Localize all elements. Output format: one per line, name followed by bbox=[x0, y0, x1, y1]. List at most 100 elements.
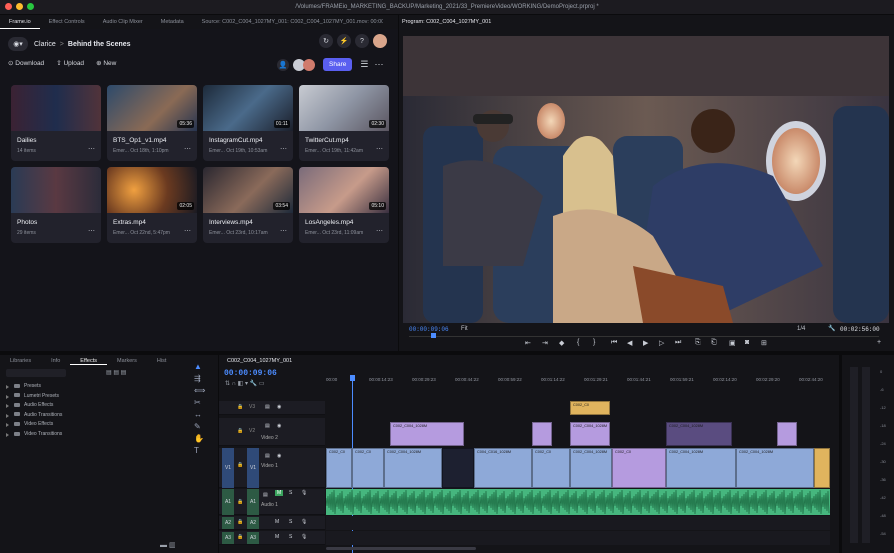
tab-libraries[interactable]: Libraries bbox=[0, 358, 41, 364]
clip-v1[interactable] bbox=[814, 448, 830, 488]
breadcrumb-root[interactable]: Clarice bbox=[34, 41, 56, 48]
solo-button[interactable]: S bbox=[289, 490, 292, 496]
play-icon[interactable]: ▶ bbox=[643, 339, 648, 347]
eye-icon[interactable]: ◉ bbox=[277, 423, 281, 429]
playhead-track[interactable] bbox=[409, 336, 879, 337]
source-patch-a2[interactable]: A2 bbox=[222, 517, 234, 529]
clip-v2[interactable]: C002_C004_1028M bbox=[666, 422, 732, 446]
add-button-icon[interactable]: + bbox=[877, 339, 881, 346]
mic-icon[interactable]: 🎙 bbox=[301, 519, 307, 525]
source-patch-v1[interactable]: V1 bbox=[222, 448, 234, 488]
more-icon[interactable]: ⋯ bbox=[88, 145, 95, 153]
collaborator-avatar[interactable] bbox=[303, 58, 315, 71]
insert-icon[interactable]: ⎘ bbox=[695, 339, 701, 347]
sync-icon[interactable]: ▤ bbox=[265, 453, 270, 459]
more-icon[interactable]: ⋯ bbox=[184, 227, 191, 235]
more-icon[interactable]: ⋯ bbox=[280, 227, 287, 235]
sequence-tab[interactable]: C002_C004_1027MY_001 bbox=[227, 358, 292, 364]
time-ruler[interactable]: 00:00 00:00:14:23 00:00:29:23 00:00:44:22 00… bbox=[326, 375, 830, 385]
folder-video-effects[interactable]: Video Effects bbox=[4, 420, 184, 430]
track-target-a3[interactable]: A3 bbox=[247, 532, 259, 544]
add-user-icon[interactable]: 👤 bbox=[277, 58, 289, 71]
tab-markers[interactable]: Markers bbox=[107, 358, 147, 364]
ripple-edit-icon[interactable]: ⟺ bbox=[194, 386, 214, 398]
tab-metadata[interactable]: Metadata bbox=[152, 15, 193, 29]
track-target-v1[interactable]: V1 bbox=[247, 448, 259, 488]
source-patch-a1[interactable]: A1 bbox=[222, 489, 234, 515]
window-controls[interactable] bbox=[5, 0, 38, 14]
more-icon[interactable]: ⋯ bbox=[88, 227, 95, 235]
track-select-icon[interactable]: ⇶ bbox=[194, 374, 214, 386]
more-icon[interactable]: ⋯ bbox=[374, 59, 383, 70]
bolt-icon[interactable]: ⚡ bbox=[337, 34, 351, 48]
tab-effects[interactable]: Effects bbox=[70, 358, 107, 365]
share-button[interactable]: Share bbox=[323, 58, 353, 71]
track-target-a2[interactable]: A2 bbox=[247, 517, 259, 529]
asset-card[interactable]: 05:10 LosAngeles.mp4 Emer... Oct 23rd, 1… bbox=[299, 167, 389, 243]
effects-filter-icons[interactable]: ▤ ▤ ▤ bbox=[106, 369, 126, 376]
program-tab[interactable]: Program: C002_C004_1027MY_001 bbox=[399, 15, 491, 29]
mark-out-icon[interactable]: ⇥ bbox=[542, 339, 548, 347]
overwrite-icon[interactable]: ⎗ bbox=[711, 339, 717, 347]
go-to-in-icon[interactable]: { bbox=[577, 339, 579, 346]
clip-v2[interactable] bbox=[532, 422, 552, 446]
clip-v1[interactable]: C002_C0 bbox=[532, 448, 570, 488]
export-frame-icon[interactable]: ▣ bbox=[729, 339, 736, 347]
more-icon[interactable]: ⋯ bbox=[376, 145, 383, 153]
asset-card[interactable]: 02:30 TwitterCut.mp4 Emer... Oct 19th, 1… bbox=[299, 85, 389, 161]
track-target-a1[interactable]: A1 bbox=[247, 489, 259, 515]
timeline-tool-icons[interactable]: ⇅ ∩ ◧ ▾ 🔧 ▭ bbox=[225, 380, 265, 387]
sync-icon[interactable]: ▤ bbox=[263, 492, 268, 498]
tab-frameio[interactable]: Frame.io bbox=[0, 15, 40, 29]
more-icon[interactable]: ⋯ bbox=[184, 145, 191, 153]
gap[interactable] bbox=[442, 448, 474, 488]
lock-icon[interactable]: 🔒 bbox=[237, 519, 243, 525]
more-icon[interactable]: ⋯ bbox=[376, 227, 383, 235]
team-switcher[interactable]: ◉▾ bbox=[8, 37, 28, 51]
new-bin-icon[interactable]: ▬ ▥ bbox=[160, 541, 176, 549]
pen-icon[interactable]: ✎ bbox=[194, 422, 214, 434]
mark-in-icon[interactable]: ⇤ bbox=[525, 339, 531, 347]
folder-lumetri-presets[interactable]: Lumetri Presets bbox=[4, 392, 184, 402]
clip-v1[interactable]: C004_C016_1028M bbox=[474, 448, 532, 488]
effects-search-input[interactable] bbox=[6, 369, 66, 377]
clip-v1[interactable]: C002_C004_1028M bbox=[666, 448, 736, 488]
refresh-icon[interactable]: ↻ bbox=[319, 34, 333, 48]
button-editor-icon[interactable]: ⊞ bbox=[761, 339, 767, 347]
clip-v2[interactable]: C002_C004_1028M bbox=[570, 422, 610, 446]
avatar[interactable] bbox=[373, 34, 387, 48]
download-button[interactable]: ⊙ Download bbox=[8, 59, 44, 67]
clip-v1[interactable]: C002_C0 bbox=[326, 448, 352, 488]
solo-button[interactable]: S bbox=[289, 519, 292, 525]
clip-v3[interactable]: C002_C0 bbox=[570, 401, 610, 415]
folder-card-photos[interactable]: Photos 29 items ⋯ bbox=[11, 167, 101, 243]
wrench-icon[interactable]: 🔧 bbox=[828, 325, 835, 332]
clip-v1[interactable]: C002_C004_1028M bbox=[384, 448, 442, 488]
folder-video-transitions[interactable]: Video Transitions bbox=[4, 430, 184, 440]
type-icon[interactable]: T bbox=[194, 446, 214, 458]
mute-button[interactable]: M bbox=[275, 534, 279, 540]
mic-icon[interactable]: 🎙 bbox=[301, 490, 307, 496]
tab-info[interactable]: Info bbox=[41, 358, 70, 364]
playhead-marker[interactable] bbox=[431, 333, 436, 338]
source-patch-a3[interactable]: A3 bbox=[222, 532, 234, 544]
help-icon[interactable]: ? bbox=[355, 34, 369, 48]
sync-icon[interactable]: ▤ bbox=[265, 423, 270, 429]
folder-audio-transitions[interactable]: Audio Transitions bbox=[4, 411, 184, 421]
step-forward-icon[interactable]: ⏭ bbox=[675, 339, 681, 347]
tab-audio-clip-mixer[interactable]: Audio Clip Mixer bbox=[94, 15, 152, 29]
clip-v1[interactable]: C002_C004_1028M bbox=[570, 448, 612, 488]
selection-tool-icon[interactable]: ▲ bbox=[194, 362, 214, 374]
horizontal-scrollbar[interactable] bbox=[326, 547, 476, 550]
folder-audio-effects[interactable]: Audio Effects bbox=[4, 401, 184, 411]
resolution-select[interactable]: 1/4 bbox=[797, 326, 805, 332]
razor-icon[interactable]: ✂ bbox=[194, 398, 214, 410]
lock-icon[interactable]: 🔒 bbox=[237, 404, 243, 410]
clip-v2[interactable]: C002_C004_1028M bbox=[390, 422, 464, 446]
asset-card[interactable]: 01:11 InstagramCut.mp4 Emer... Oct 19th,… bbox=[203, 85, 293, 161]
clip-v1[interactable]: C002_C0 bbox=[352, 448, 384, 488]
eye-icon[interactable]: ◉ bbox=[277, 453, 281, 459]
tab-effect-controls[interactable]: Effect Controls bbox=[40, 15, 94, 29]
lock-icon[interactable]: 🔒 bbox=[237, 499, 243, 505]
tab-history[interactable]: Hist bbox=[147, 358, 176, 364]
